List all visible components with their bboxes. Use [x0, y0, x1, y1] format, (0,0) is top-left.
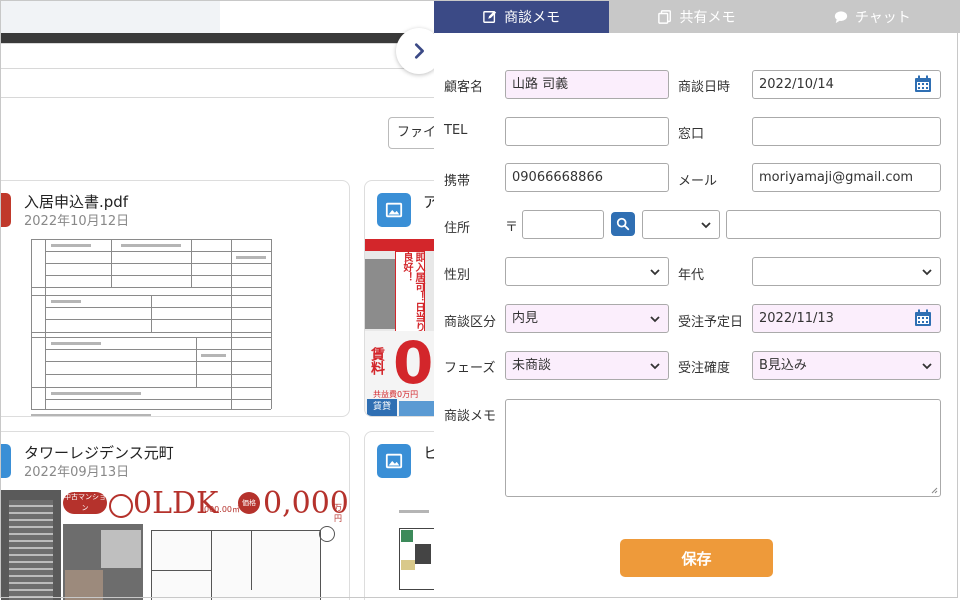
email-field[interactable]: moriyamaji@gmail.com [752, 163, 941, 192]
tab-meeting-memo[interactable]: 商談メモ [434, 0, 610, 33]
phase-select[interactable]: 未商談 [505, 351, 669, 380]
floorplan-thumbnail [381, 500, 434, 600]
file-title: ヒ [423, 442, 434, 463]
meeting-memo-panel: 商談メモ 共有メモ チャット 顧客名 山路 司義 商談日時 2022/10/14… [434, 0, 960, 600]
category-select[interactable]: 内見 [505, 304, 669, 333]
chevron-down-icon [922, 269, 932, 276]
file-card[interactable]: ア 即入居可！日当り良好！ 賃料 0 共益費0万円 賃貸 [364, 180, 434, 417]
tab-shared-memo[interactable]: 共有メモ [609, 0, 785, 33]
street-address-field[interactable] [726, 210, 941, 239]
file-title: タワーレジデンス元町 [24, 444, 174, 462]
tab-label: チャット [854, 9, 911, 26]
file-card[interactable]: 入居申込書.pdf 2022年10月12日 [0, 180, 350, 417]
order-date-field[interactable]: 2022/11/13 [752, 304, 941, 333]
calendar-icon[interactable] [914, 75, 932, 93]
email-label: メール [678, 174, 718, 189]
file-card[interactable]: ヒ [364, 431, 434, 600]
address-label: 住所 [444, 221, 471, 236]
chevron-down-icon [922, 363, 932, 370]
pdf-icon [0, 193, 11, 227]
postal-code-field[interactable] [522, 210, 604, 239]
file-card[interactable]: タワーレジデンス元町 2022年09月13日 中古マンション 0LDK 000.… [0, 431, 350, 600]
gender-select[interactable] [505, 257, 669, 286]
meeting-date-label: 商談日時 [678, 80, 731, 95]
tab-label: 共有メモ [679, 9, 736, 26]
collapse-panel-button[interactable] [396, 28, 434, 74]
meeting-date-value: 2022/10/14 [759, 77, 834, 92]
gender-label: 性別 [444, 268, 471, 283]
order-date-label: 受注予定日 [678, 315, 744, 330]
flyer-price-label: 賃料 [369, 347, 385, 375]
panel-tabs: 商談メモ 共有メモ チャット [434, 0, 960, 33]
memo-textarea[interactable] [505, 399, 941, 497]
search-bar[interactable] [0, 43, 434, 98]
chevron-down-icon [650, 316, 660, 323]
file-title: 入居申込書.pdf [24, 193, 129, 211]
window-field[interactable] [752, 117, 941, 146]
category-value: 内見 [512, 311, 539, 326]
file-date: 2022年10月12日 [24, 214, 130, 229]
flyer-badge: 賃貸 [367, 399, 397, 416]
chevron-right-icon [414, 43, 424, 59]
prefecture-select[interactable] [642, 210, 720, 239]
tower-ad-thumbnail: 中古マンション 0LDK 000.00㎡ 価格 0,000 万円 [1, 490, 349, 600]
tab-chat[interactable]: チャット [784, 0, 960, 33]
certainty-value: B見込み [759, 358, 807, 373]
flyer-headline: 即入居可！日当り良好！ [395, 251, 425, 333]
header-bar [0, 33, 434, 43]
postal-mark: 〒 [505, 220, 519, 235]
save-button[interactable]: 保存 [620, 539, 773, 577]
memo-label: 商談メモ [444, 409, 497, 424]
customer-name-label: 顧客名 [444, 80, 484, 95]
certainty-select[interactable]: B見込み [752, 351, 941, 380]
resize-grip-icon[interactable] [930, 486, 938, 494]
copy-icon [658, 9, 672, 24]
mobile-field[interactable]: 09066668866 [505, 163, 669, 192]
tel-label: TEL [444, 123, 468, 138]
order-date-value: 2022/11/13 [759, 311, 834, 326]
ad-tag: 中古マンション [63, 492, 107, 514]
phase-value: 未商談 [512, 358, 552, 373]
ad-price-label: 価格 [238, 492, 260, 514]
file-date: 2022年09月13日 [24, 465, 130, 480]
meeting-date-field[interactable]: 2022/10/14 [752, 70, 941, 99]
ad-area: 000.00㎡ [204, 505, 240, 514]
edit-icon [483, 10, 497, 23]
age-label: 年代 [678, 268, 705, 283]
image-icon [377, 193, 411, 227]
chevron-down-icon [650, 363, 660, 370]
ad-price-unit: 万円 [334, 503, 342, 523]
phase-label: フェーズ [444, 361, 496, 376]
category-label: 商談区分 [444, 315, 497, 330]
age-select[interactable] [752, 257, 941, 286]
flyer-thumbnail: 即入居可！日当り良好！ 賃料 0 共益費0万円 賃貸 [365, 239, 434, 416]
file-title: ア [423, 191, 434, 212]
customer-name-field[interactable]: 山路 司義 [505, 70, 669, 99]
flyer-price: 0 [393, 329, 434, 397]
certainty-label: 受注確度 [678, 361, 731, 376]
search-icon [616, 217, 630, 231]
calendar-icon[interactable] [914, 309, 932, 327]
chevron-down-icon [701, 222, 711, 229]
chat-icon [834, 10, 847, 23]
file-browser: ファイ 入居申込書.pdf 2022年10月12日 即入居可！日当り良好！ 賃料… [0, 0, 434, 600]
file-filter-button[interactable]: ファイ [388, 117, 434, 149]
chevron-down-icon [650, 269, 660, 276]
top-strip [0, 0, 220, 33]
address-search-button[interactable] [611, 212, 635, 236]
document-icon [0, 444, 11, 478]
mobile-label: 携帯 [444, 174, 471, 189]
tab-label: 商談メモ [504, 9, 561, 26]
image-icon [377, 444, 411, 478]
window-label: 窓口 [678, 127, 705, 142]
tel-field[interactable] [505, 117, 669, 146]
pdf-thumbnail [31, 237, 279, 416]
